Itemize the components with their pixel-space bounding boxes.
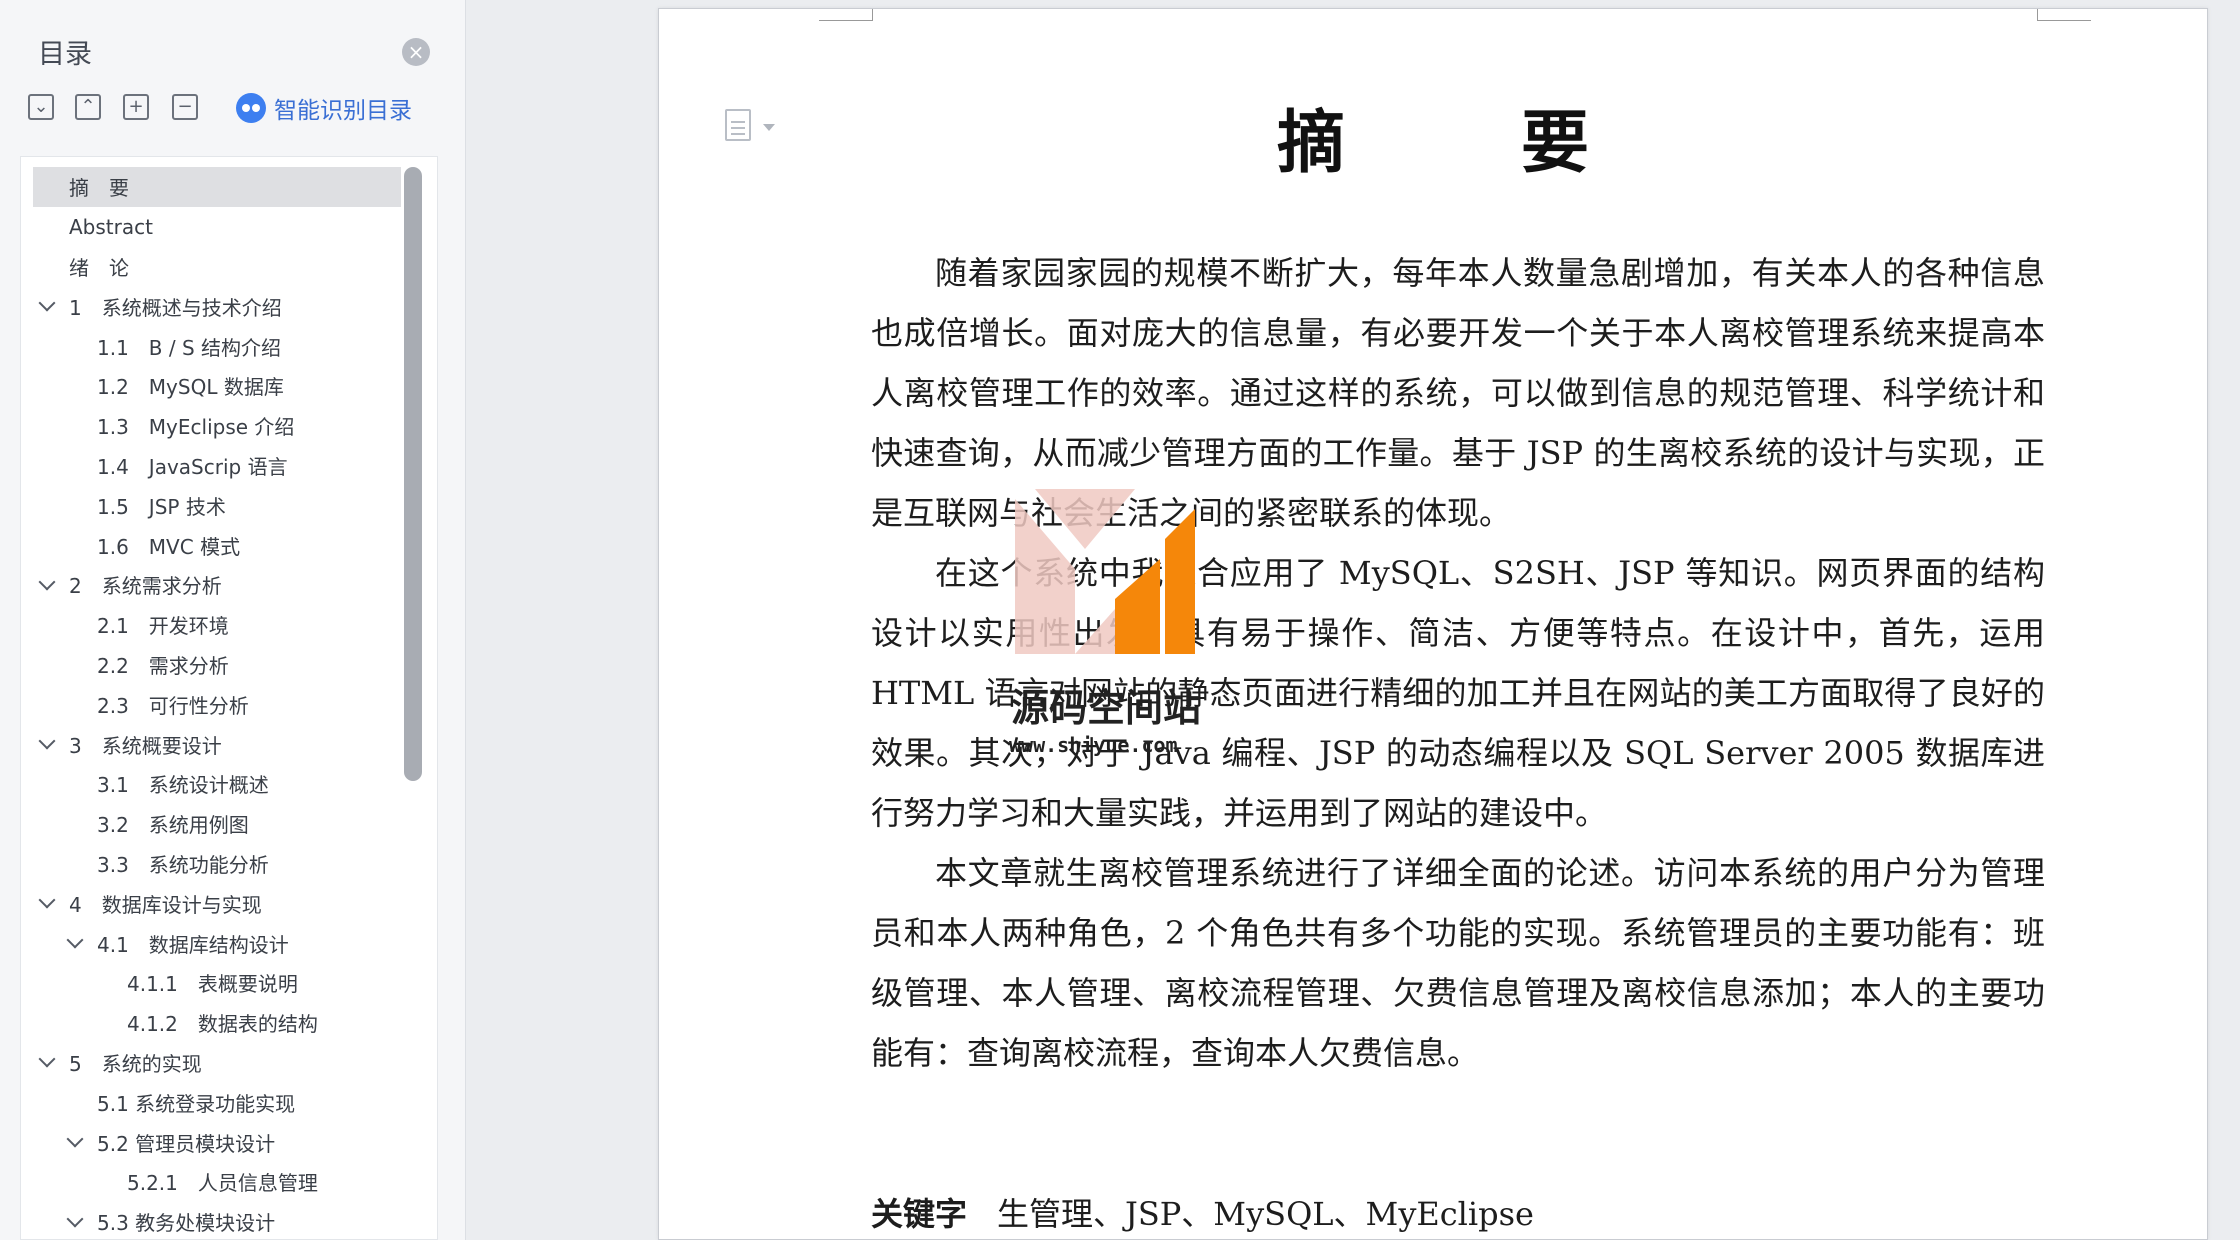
toc-item-label: 3.2 系统用例图 bbox=[97, 813, 249, 838]
toc-item[interactable]: 3.2 系统用例图 bbox=[33, 804, 401, 844]
toc-item[interactable]: 3.1 系统设计概述 bbox=[33, 764, 401, 804]
watermark-url: www.shiyue.com bbox=[1009, 733, 1178, 757]
toc-item-label: 3.1 系统设计概述 bbox=[97, 773, 269, 798]
sidebar-title: 目录 bbox=[38, 39, 92, 70]
toc-item-label: 4 数据库设计与实现 bbox=[69, 892, 262, 917]
toc-item-label: 1.3 MyEclipse 介绍 bbox=[97, 415, 295, 440]
toc-item[interactable]: 2.3 可行性分析 bbox=[33, 684, 401, 724]
robot-icon bbox=[236, 93, 266, 123]
toc-item-label: 摘 要 bbox=[69, 176, 129, 201]
toc-item[interactable]: 3 系统概要设计 bbox=[33, 724, 401, 764]
crop-mark-right bbox=[2037, 9, 2091, 21]
toc-item[interactable]: 5 系统的实现 bbox=[33, 1043, 401, 1083]
toc-item[interactable]: 绪 论 bbox=[33, 247, 401, 287]
document-page: 摘 要 随着家园家园的规模不断扩大，每年本人数量急剧增加，有关本人的各种信息也成… bbox=[658, 8, 2208, 1240]
toc-item-label: 4.1.2 数据表的结构 bbox=[127, 1012, 318, 1037]
toc-item-label: 5.2.1 人员信息管理 bbox=[127, 1171, 318, 1196]
keywords-value: 生管理、JSP、MySQL、MyEclipse bbox=[997, 1195, 1534, 1233]
watermark-name: 源码空间站 bbox=[1011, 686, 1202, 730]
crop-mark-left bbox=[819, 9, 873, 21]
toc-item-label: 1.4 JavaScrip 语言 bbox=[97, 454, 288, 479]
toc-item-label: 1 系统概述与技术介绍 bbox=[69, 295, 282, 320]
toc-item[interactable]: 4.1 数据库结构设计 bbox=[33, 923, 401, 963]
remove-button[interactable]: − bbox=[172, 94, 198, 120]
smart-toc-button[interactable]: 智能识别目录 bbox=[236, 92, 412, 124]
toc-item-label: 2 系统需求分析 bbox=[69, 574, 222, 599]
toc-item[interactable]: 1.2 MySQL 数据库 bbox=[33, 366, 401, 406]
toc-item[interactable]: 1.5 JSP 技术 bbox=[33, 485, 401, 525]
toc-sidebar: 目录 × ⌄ ⌃ + − 智能识别目录 摘 要 Abstract 绪 论 1 系统概述… bbox=[0, 0, 466, 1240]
toc-item-label: 3.3 系统功能分析 bbox=[97, 852, 269, 877]
toc-item-label: 绪 论 bbox=[69, 255, 129, 280]
toc-item[interactable]: Abstract bbox=[33, 207, 401, 247]
toc-item[interactable]: 4.1.2 数据表的结构 bbox=[33, 1003, 401, 1043]
toc-item-label: 1.5 JSP 技术 bbox=[97, 494, 226, 519]
toc-item[interactable]: 5.2.1 人员信息管理 bbox=[33, 1162, 401, 1202]
toc-list: 摘 要 Abstract 绪 论 1 系统概述与技术介绍 1.1 B / S 结构介绍 1… bbox=[33, 167, 401, 1239]
toc-item-label: 4.1.1 表概要说明 bbox=[127, 972, 298, 997]
toc-item[interactable]: 1.4 JavaScrip 语言 bbox=[33, 446, 401, 486]
paragraph-3: 本文章就生离校管理系统进行了详细全面的论述。访问本系统的用户分为管理员和本人两种… bbox=[871, 854, 2045, 1072]
toc-item-label: 5 系统的实现 bbox=[69, 1051, 202, 1076]
toc-panel: 摘 要 Abstract 绪 论 1 系统概述与技术介绍 1.1 B / S 结构介绍 1… bbox=[20, 156, 438, 1240]
toc-item-label: 3 系统概要设计 bbox=[69, 733, 222, 758]
toc-item[interactable]: 4.1.1 表概要说明 bbox=[33, 963, 401, 1003]
toc-item[interactable]: 1.1 B / S 结构介绍 bbox=[33, 326, 401, 366]
collapse-all-button[interactable]: ⌄ bbox=[28, 94, 54, 120]
toc-item[interactable]: 2 系统需求分析 bbox=[33, 565, 401, 605]
toc-item[interactable]: 4 数据库设计与实现 bbox=[33, 883, 401, 923]
expand-all-button[interactable]: ⌃ bbox=[75, 94, 101, 120]
add-button[interactable]: + bbox=[123, 94, 149, 120]
smart-toc-label: 智能识别目录 bbox=[274, 98, 412, 124]
keywords-line: 关键字 生管理、JSP、MySQL、MyEclipse bbox=[871, 1189, 1534, 1235]
toc-item[interactable]: 5.3 教务处模块设计 bbox=[33, 1202, 401, 1239]
toc-scrollbar[interactable] bbox=[404, 167, 422, 781]
toc-item[interactable]: 2.1 开发环境 bbox=[33, 605, 401, 645]
toc-item[interactable]: 1 系统概述与技术介绍 bbox=[33, 286, 401, 326]
close-icon[interactable]: × bbox=[402, 38, 430, 66]
toc-item-label: 2.3 可行性分析 bbox=[97, 693, 249, 718]
toc-item[interactable]: 摘 要 bbox=[33, 167, 401, 207]
toc-item-label: 2.2 需求分析 bbox=[97, 653, 229, 678]
keywords-label: 关键字 bbox=[871, 1195, 968, 1233]
document-title: 摘 要 bbox=[1276, 104, 1643, 183]
toc-item-label: Abstract bbox=[69, 214, 153, 239]
toc-item-label: 2.1 开发环境 bbox=[97, 614, 229, 639]
toc-item-label: 5.1 系统登录功能实现 bbox=[97, 1091, 296, 1116]
toc-item[interactable]: 1.3 MyEclipse 介绍 bbox=[33, 406, 401, 446]
toc-item-label: 1.1 B / S 结构介绍 bbox=[97, 335, 282, 360]
toc-item[interactable]: 3.3 系统功能分析 bbox=[33, 844, 401, 884]
toc-item[interactable]: 5.2 管理员模块设计 bbox=[33, 1122, 401, 1162]
toc-item[interactable]: 5.1 系统登录功能实现 bbox=[33, 1082, 401, 1122]
toc-item[interactable]: 1.6 MVC 模式 bbox=[33, 525, 401, 565]
toc-item[interactable]: 2.2 需求分析 bbox=[33, 645, 401, 685]
toc-item-label: 1.6 MVC 模式 bbox=[97, 534, 241, 559]
toc-item-label: 1.2 MySQL 数据库 bbox=[97, 375, 284, 400]
